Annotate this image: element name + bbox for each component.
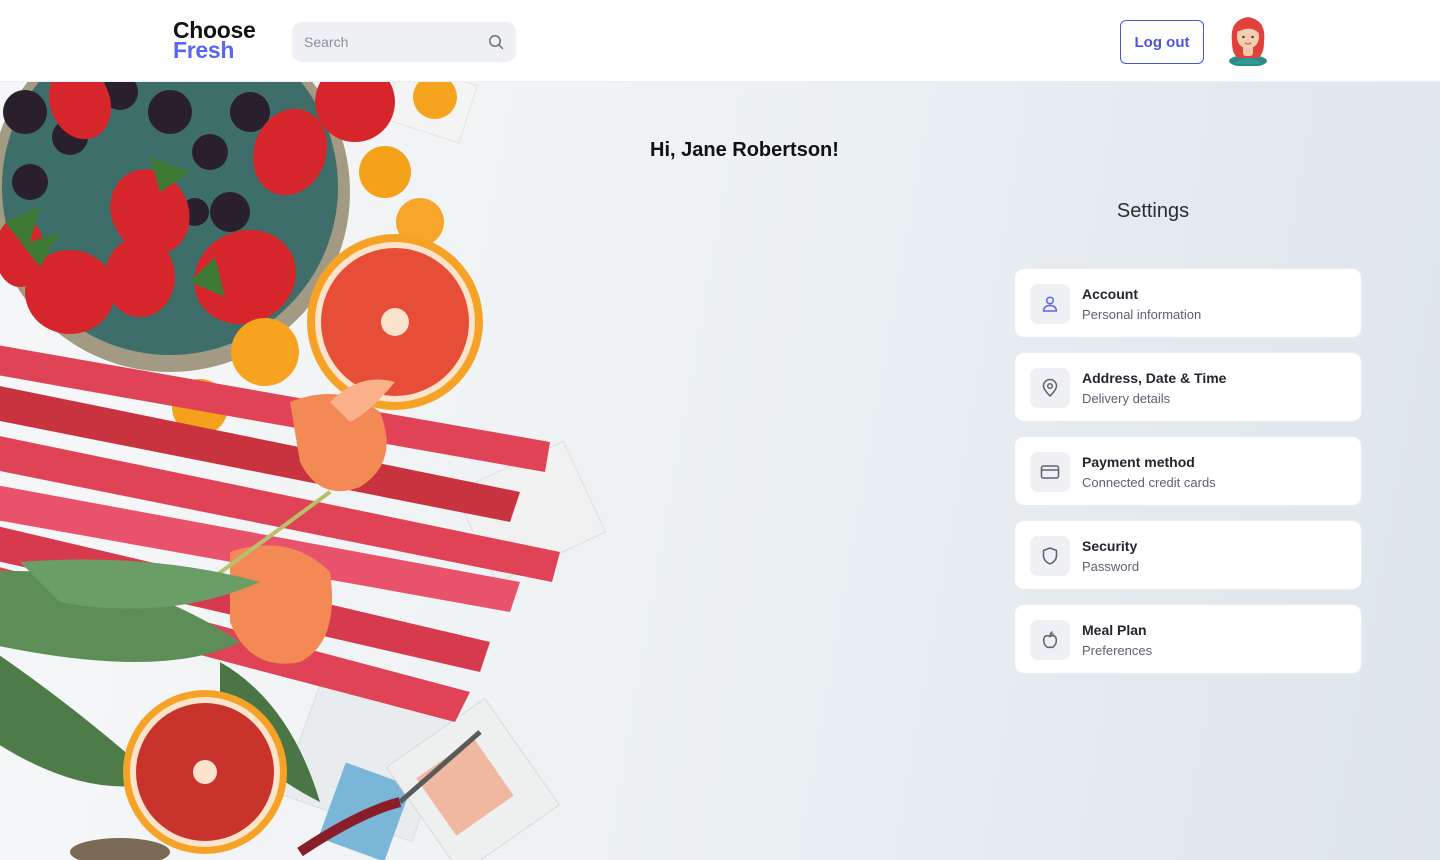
user-avatar[interactable] <box>1226 14 1270 66</box>
settings-item-subtitle: Personal information <box>1082 307 1202 322</box>
settings-item-payment[interactable]: Payment method Connected credit cards <box>1014 436 1362 506</box>
main-area: Hi, Jane Robertson! Settings Account Per… <box>0 82 1440 860</box>
shield-icon <box>1030 536 1070 576</box>
settings-item-title: Security <box>1082 538 1138 554</box>
user-icon <box>1030 284 1070 324</box>
search-icon[interactable] <box>488 34 504 50</box>
settings-item-title: Payment method <box>1082 454 1195 470</box>
credit-card-icon <box>1030 452 1070 492</box>
settings-item-address[interactable]: Address, Date & Time Delivery details <box>1014 352 1362 422</box>
settings-list: Account Personal information Address, Da… <box>1014 268 1362 688</box>
apple-icon <box>1030 620 1070 660</box>
settings-item-title: Address, Date & Time <box>1082 370 1227 386</box>
settings-title: Settings <box>1116 200 1190 222</box>
brand-logo[interactable]: Choose Fresh <box>173 19 256 63</box>
settings-item-subtitle: Preferences <box>1082 643 1153 658</box>
greeting-heading: Hi, Jane Robertson! <box>650 139 839 161</box>
settings-item-subtitle: Delivery details <box>1082 391 1171 406</box>
settings-item-subtitle: Password <box>1082 559 1140 574</box>
fruit-hero-image <box>0 82 607 860</box>
settings-item-security[interactable]: Security Password <box>1014 520 1362 590</box>
settings-item-subtitle: Connected credit cards <box>1082 475 1216 490</box>
brand-line-2: Fresh <box>173 37 235 63</box>
location-pin-icon <box>1030 368 1070 408</box>
settings-item-meal-plan[interactable]: Meal Plan Preferences <box>1014 604 1362 674</box>
search-box <box>292 22 516 62</box>
search-input[interactable] <box>292 22 482 62</box>
settings-item-account[interactable]: Account Personal information <box>1014 268 1362 338</box>
logout-button[interactable]: Log out <box>1120 20 1204 64</box>
top-header: Choose Fresh Log out <box>0 0 1440 82</box>
settings-item-title: Account <box>1082 286 1138 302</box>
settings-item-title: Meal Plan <box>1082 622 1147 638</box>
